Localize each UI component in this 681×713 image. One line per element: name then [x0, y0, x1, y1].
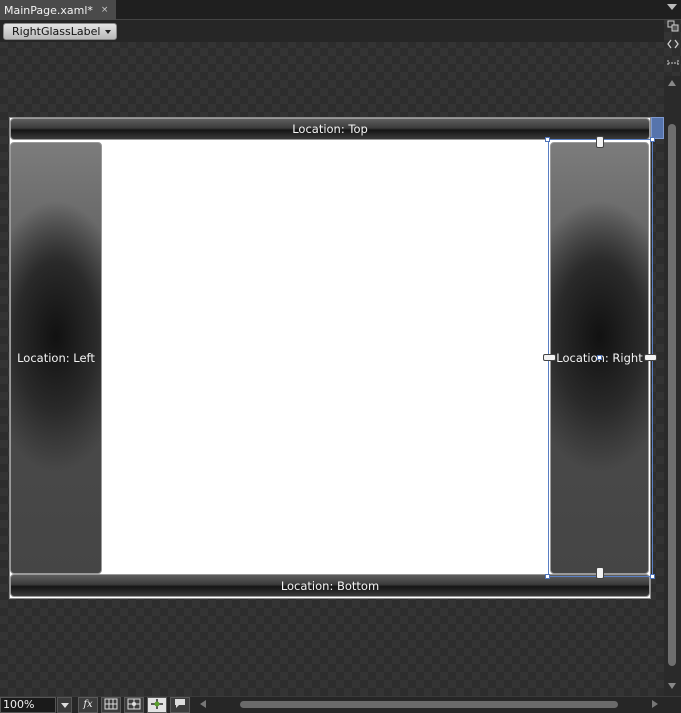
scroll-right-icon[interactable]: [652, 700, 658, 708]
annotation-icon[interactable]: [170, 697, 190, 713]
breadcrumb-bar: RightGlassLabel: [0, 20, 664, 42]
resize-handle-bl[interactable]: [545, 574, 550, 579]
document-tab-strip: MainPage.xaml* ×: [0, 0, 681, 20]
close-icon[interactable]: ×: [101, 5, 109, 15]
left-margin-pin-icon[interactable]: [543, 354, 556, 361]
top-margin-pin-icon[interactable]: [596, 136, 604, 148]
grid-indicator[interactable]: [651, 117, 664, 139]
scroll-down-icon[interactable]: [668, 683, 676, 689]
horizontal-scroll-thumb[interactable]: [240, 701, 618, 708]
chevron-down-icon[interactable]: [667, 4, 677, 10]
zoom-input[interactable]: 100%: [0, 697, 56, 713]
split-view-icon[interactable]: [664, 20, 681, 36]
tab-title: MainPage.xaml*: [4, 3, 93, 17]
left-glass-label[interactable]: Location: Left: [10, 142, 102, 574]
bottom-glass-label[interactable]: Location: Bottom: [10, 574, 650, 597]
scroll-up-icon[interactable]: [668, 80, 676, 86]
tab-mainpage[interactable]: MainPage.xaml* ×: [0, 0, 117, 20]
breadcrumb-element-button[interactable]: RightGlassLabel: [3, 23, 118, 40]
snap-lines-icon[interactable]: [147, 697, 167, 713]
vertical-scroll-thumb[interactable]: [668, 124, 676, 666]
bottom-label-text: Location: Bottom: [280, 578, 380, 593]
design-view-icon[interactable]: [664, 58, 681, 74]
top-label-text: Location: Top: [292, 122, 368, 136]
fx-icon[interactable]: fx: [78, 697, 98, 713]
resize-handle-tl[interactable]: [545, 137, 550, 142]
code-view-icon[interactable]: [664, 38, 681, 54]
scroll-left-icon[interactable]: [200, 700, 206, 708]
center-handle[interactable]: [597, 355, 602, 360]
zoom-dropdown-icon[interactable]: [57, 697, 72, 713]
bottom-margin-pin-icon[interactable]: [596, 567, 604, 579]
right-margin-pin-icon[interactable]: [644, 354, 657, 361]
snap-grid-icon[interactable]: [124, 697, 144, 713]
left-label-text: Location: Left: [17, 351, 95, 365]
top-glass-label[interactable]: Location: Top: [10, 118, 650, 140]
grid-icon[interactable]: [101, 697, 121, 713]
resize-handle-br[interactable]: [650, 574, 655, 579]
resize-handle-tr[interactable]: [650, 137, 655, 142]
